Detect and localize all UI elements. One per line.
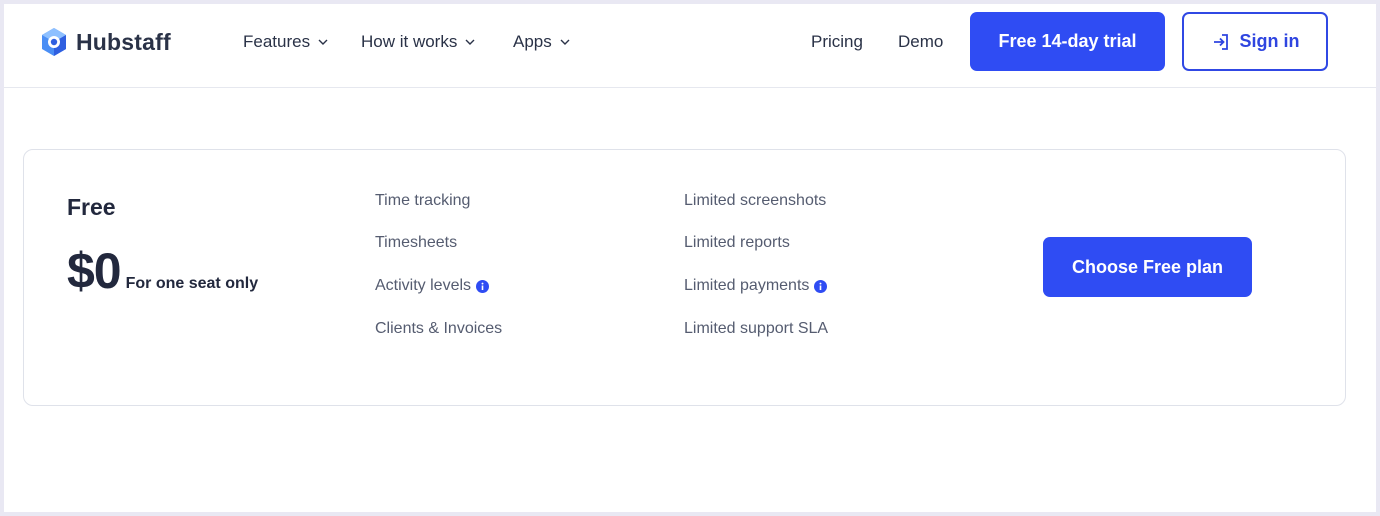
page-frame: Hubstaff Features How it works Apps Pric… [4, 4, 1376, 512]
nav-how-it-works-label: How it works [361, 32, 458, 51]
nav-features-label: Features [243, 32, 311, 51]
info-icon[interactable] [814, 279, 828, 293]
choose-free-plan-button[interactable]: Choose Free plan [1043, 237, 1252, 297]
sign-in-button[interactable]: Sign in [1182, 12, 1328, 71]
chevron-down-icon [465, 39, 475, 45]
nav-how-it-works[interactable]: How it works [361, 31, 476, 53]
feature-item: Limited screenshots [684, 191, 826, 211]
nav-apps[interactable]: Apps [513, 31, 571, 53]
feature-item: Limited payments [684, 276, 828, 296]
brand-name: Hubstaff [76, 28, 171, 55]
feature-item: Time tracking [375, 191, 470, 211]
info-icon[interactable] [476, 279, 490, 293]
nav-features[interactable]: Features [243, 31, 329, 53]
nav-demo-link[interactable]: Demo [898, 31, 943, 53]
feature-item: Clients & Invoices [375, 319, 502, 339]
plan-price: $0 [67, 243, 122, 299]
feature-label: Clients & Invoices [375, 320, 503, 337]
chevron-down-icon [560, 39, 570, 45]
feature-label: Limited screenshots [684, 192, 827, 209]
plan-price-row: $0 For one seat only [67, 242, 258, 300]
chevron-down-icon [318, 39, 328, 45]
feature-item: Activity levels [375, 276, 490, 296]
feature-label: Time tracking [375, 192, 471, 209]
feature-label: Limited payments [684, 277, 810, 294]
brand-logo[interactable]: Hubstaff [38, 26, 171, 58]
plan-name: Free [67, 194, 116, 220]
free-plan-card: Free $0 For one seat only Time tracking … [23, 149, 1346, 406]
feature-item: Limited support SLA [684, 319, 828, 339]
free-trial-button-label: Free 14-day trial [998, 31, 1137, 51]
feature-label: Activity levels [375, 277, 472, 294]
site-header: Hubstaff Features How it works Apps Pric… [4, 4, 1376, 88]
hubstaff-logo-icon [42, 28, 66, 56]
feature-label: Limited reports [684, 234, 790, 251]
feature-label: Limited support SLA [684, 320, 829, 337]
sign-in-button-label: Sign in [1239, 31, 1300, 51]
free-trial-button[interactable]: Free 14-day trial [970, 12, 1165, 71]
plan-price-note: For one seat only [125, 275, 259, 292]
sign-in-arrow-icon [1213, 33, 1228, 50]
choose-free-plan-label: Choose Free plan [1071, 256, 1224, 277]
feature-label: Timesheets [375, 234, 458, 251]
feature-item: Timesheets [375, 233, 457, 253]
feature-item: Limited reports [684, 233, 790, 253]
nav-apps-label: Apps [513, 32, 552, 51]
nav-pricing-link[interactable]: Pricing [811, 31, 863, 53]
